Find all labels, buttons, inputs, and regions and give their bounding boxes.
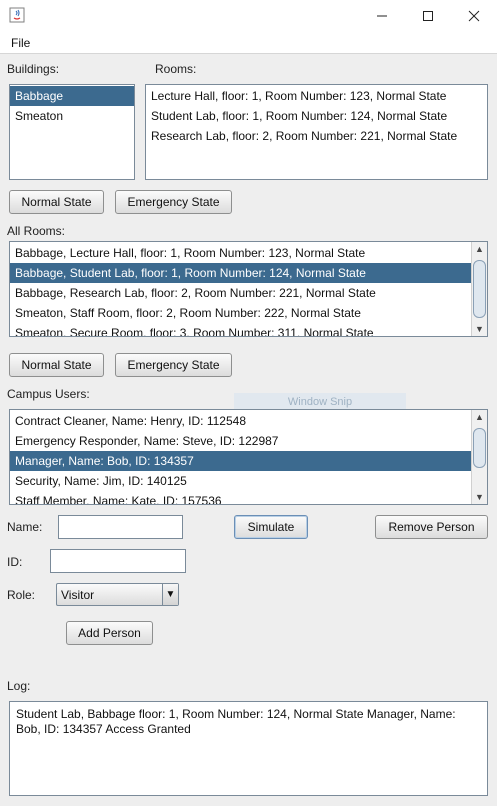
role-label: Role: [7,588,36,602]
all-rooms-item[interactable]: Babbage, Research Lab, floor: 2, Room Nu… [10,283,472,303]
minimize-icon [377,15,387,16]
all-rooms-label: All Rooms: [7,224,66,238]
room-emergency-state-button[interactable]: Emergency State [115,353,232,377]
scroll-down-arrow-icon[interactable]: ▼ [472,490,487,504]
menu-file[interactable]: File [11,36,30,50]
building-normal-state-button[interactable]: Normal State [9,190,104,214]
menu-bar [0,32,497,54]
all-rooms-item[interactable]: Babbage, Lecture Hall, floor: 1, Room Nu… [10,243,472,263]
all-rooms-scrollbar[interactable]: ▲ ▼ [471,242,487,336]
minimize-button[interactable] [359,0,405,31]
simulate-button[interactable]: Simulate [234,515,308,539]
name-label: Name: [7,520,43,534]
all-rooms-item[interactable]: Smeaton, Staff Room, floor: 2, Room Numb… [10,303,472,323]
campus-users-list[interactable]: Contract Cleaner, Name: Henry, ID: 11254… [9,409,488,505]
building-item[interactable]: Smeaton [10,106,134,126]
add-person-button[interactable]: Add Person [66,621,153,645]
name-input[interactable] [58,515,183,539]
scroll-up-arrow-icon[interactable]: ▲ [472,410,487,424]
room-normal-state-button[interactable]: Normal State [9,353,104,377]
close-icon [468,10,480,21]
room-item[interactable]: Research Lab, floor: 2, Room Number: 221… [146,126,487,146]
scroll-thumb[interactable] [473,428,486,468]
users-scrollbar[interactable]: ▲ ▼ [471,410,487,504]
campus-users-label: Campus Users: [7,387,90,401]
user-item[interactable]: Security, Name: Jim, ID: 140125 [10,471,472,491]
maximize-icon [423,10,433,21]
buildings-label: Buildings: [7,62,60,76]
chevron-down-icon[interactable]: ▼ [162,584,178,605]
room-item[interactable]: Lecture Hall, floor: 1, Room Number: 123… [146,86,487,106]
rooms-label: Rooms: [155,62,197,76]
scroll-thumb[interactable] [473,260,486,318]
scroll-down-arrow-icon[interactable]: ▼ [472,322,487,336]
log-area[interactable]: Student Lab, Babbage floor: 1, Room Numb… [9,701,488,796]
role-select[interactable]: Visitor ▼ [56,583,179,606]
user-item[interactable]: Contract Cleaner, Name: Henry, ID: 11254… [10,411,472,431]
room-item[interactable]: Student Lab, floor: 1, Room Number: 124,… [146,106,487,126]
user-item[interactable]: Emergency Responder, Name: Steve, ID: 12… [10,431,472,451]
buildings-list[interactable]: Babbage Smeaton [9,84,135,180]
role-selected-value: Visitor [61,588,95,602]
id-input[interactable] [50,549,186,573]
building-emergency-state-button[interactable]: Emergency State [115,190,232,214]
remove-person-button[interactable]: Remove Person [375,515,488,539]
all-rooms-list[interactable]: Babbage, Lecture Hall, floor: 1, Room Nu… [9,241,488,337]
log-label: Log: [7,679,31,693]
user-item[interactable]: Manager, Name: Bob, ID: 134357 [10,451,472,471]
maximize-button[interactable] [405,0,451,31]
close-window-button[interactable] [451,0,497,31]
scroll-up-arrow-icon[interactable]: ▲ [472,242,487,256]
building-item[interactable]: Babbage [10,86,134,106]
user-item[interactable]: Staff Member, Name: Kate, ID: 157536 [10,491,472,504]
log-text: Student Lab, Babbage floor: 1, Room Numb… [16,707,456,736]
rooms-list[interactable]: Lecture Hall, floor: 1, Room Number: 123… [145,84,488,180]
all-rooms-item[interactable]: Babbage, Student Lab, floor: 1, Room Num… [10,263,472,283]
id-label: ID: [7,555,23,569]
all-rooms-item[interactable]: Smeaton, Secure Room, floor: 3, Room Num… [10,323,472,336]
java-app-icon [9,7,25,23]
